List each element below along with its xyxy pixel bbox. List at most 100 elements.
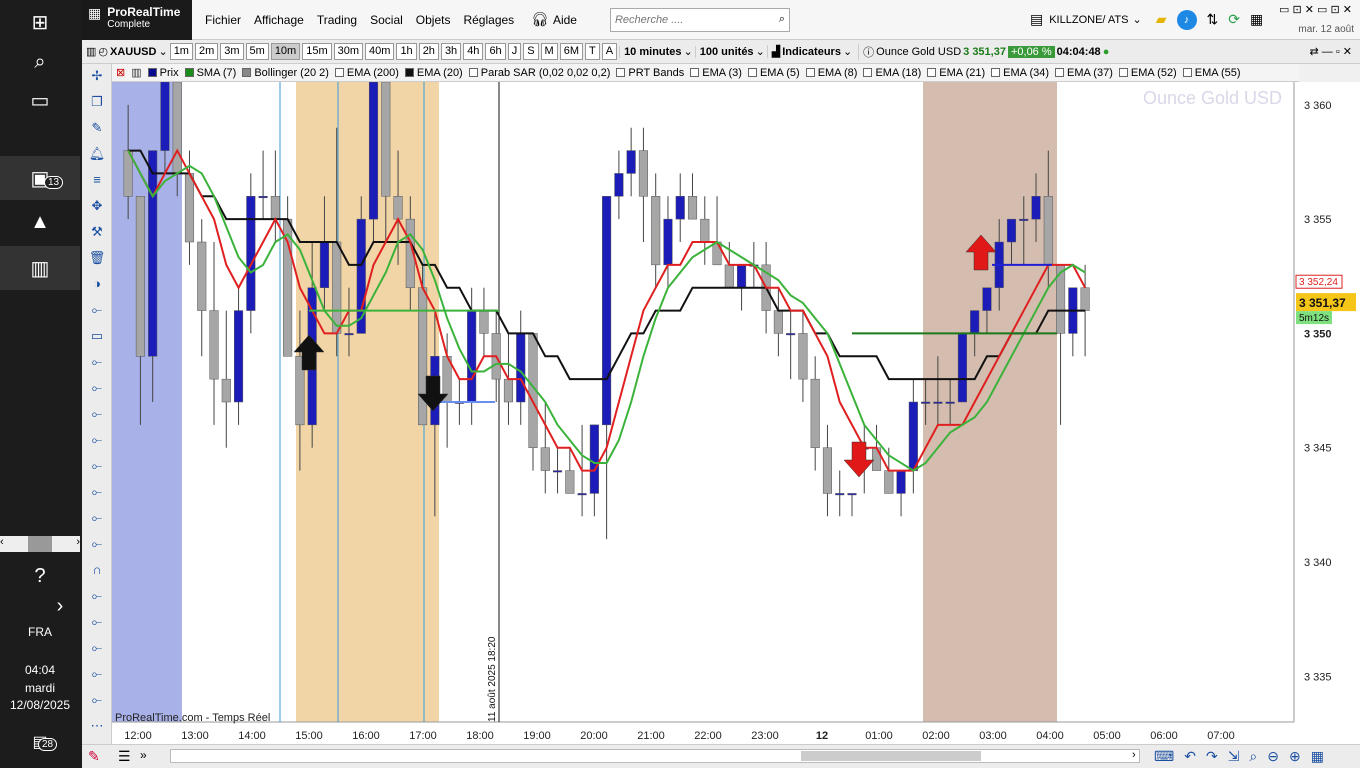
indicator-item[interactable]: Parab SAR (0,02 0,02 0,2) xyxy=(468,67,610,79)
pencil-icon[interactable]: ✎ xyxy=(86,120,108,136)
copy-icon[interactable]: ❐ xyxy=(86,94,108,110)
trading-icon[interactable]: ⇅ xyxy=(1207,11,1219,28)
chevron-right-icon[interactable]: › xyxy=(40,584,80,628)
zoom-fit-icon[interactable]: ⌕ xyxy=(1249,748,1257,765)
delete-icon[interactable]: ⊠ xyxy=(116,66,125,79)
menu-item[interactable]: Objets xyxy=(416,13,451,27)
headset-icon[interactable]: 🎧︎ xyxy=(531,11,549,28)
scroll-right-icon[interactable]: › xyxy=(1132,749,1136,761)
search-icon[interactable]: ⌕ xyxy=(779,13,785,26)
indicator-item[interactable]: SMA (7) xyxy=(184,67,236,79)
menu-icon[interactable]: ☰ xyxy=(118,748,131,765)
timeframe-button[interactable]: 5m xyxy=(245,43,269,60)
fibonacci-icon[interactable]: ≡ xyxy=(86,172,108,187)
chevron-down-icon[interactable]: ⌄ xyxy=(1133,13,1142,26)
grid-icon[interactable]: ▦ xyxy=(1311,748,1324,765)
search-input[interactable] xyxy=(614,13,779,26)
task-view-icon[interactable]: ▭ xyxy=(0,78,80,122)
bell-icon[interactable]: 🔔︎ xyxy=(86,146,108,162)
crosshair-icon[interactable]: ✢ xyxy=(86,68,108,84)
scan-dropdown[interactable]: KILLZONE/ ATS xyxy=(1049,14,1128,26)
search-box[interactable]: ⌕ xyxy=(609,7,790,32)
indicator-item[interactable]: PRT Bands xyxy=(616,67,684,79)
notification-icon[interactable]: ▤28 xyxy=(0,720,80,764)
timeframe-button[interactable]: 40m xyxy=(365,43,395,60)
indicator-item[interactable]: EMA (34) xyxy=(991,67,1049,79)
line-tool-icon[interactable]: ⟜ xyxy=(86,484,108,500)
undo-icon[interactable]: ↶ xyxy=(1184,748,1196,765)
indicator-item[interactable]: EMA (55) xyxy=(1182,67,1241,79)
workspace-icon[interactable]: ▦ xyxy=(1250,11,1263,28)
language-indicator[interactable]: FRA xyxy=(0,625,80,639)
scale-icon[interactable]: ⇲ xyxy=(1228,748,1240,765)
restore-icon[interactable]: ⊡ xyxy=(1331,4,1340,16)
settings-icon[interactable]: ▥ xyxy=(131,66,141,79)
symbol-selector[interactable]: XAUUSD xyxy=(110,46,156,58)
timeframe-button[interactable]: 1h xyxy=(396,43,417,60)
line-tool-icon[interactable]: ⟜ xyxy=(86,640,108,656)
timeframe-button[interactable]: 2m xyxy=(194,43,219,60)
chevron-down-icon[interactable]: ⌄ xyxy=(158,45,167,58)
zoom-out-icon[interactable]: ⊖ xyxy=(1267,748,1279,765)
indicator-item[interactable]: EMA (20) xyxy=(404,67,463,79)
taskbar-scrollbar[interactable]: ‹ › xyxy=(0,536,80,552)
horizontal-scrollbar[interactable] xyxy=(170,749,1140,763)
timeframe-button[interactable]: 6M xyxy=(559,43,583,60)
windows-start-icon[interactable]: ⊞ xyxy=(0,0,80,44)
minimize-icon[interactable]: ▭ xyxy=(1317,4,1327,16)
indicator-item[interactable]: EMA (5) xyxy=(747,67,800,79)
keyboard-icon[interactable]: ⌨ xyxy=(1154,748,1174,765)
menu-item[interactable]: Affichage xyxy=(254,13,304,27)
indicator-item[interactable]: Prix xyxy=(147,67,179,79)
mail-app-icon[interactable]: ▣ 13 xyxy=(0,156,80,200)
timeframe-button[interactable]: 6h xyxy=(485,43,506,60)
indicator-item[interactable]: EMA (3) xyxy=(690,67,742,79)
line-tool-icon[interactable]: ⟜ xyxy=(86,510,108,526)
alert-folder-icon[interactable]: ▰ xyxy=(1156,11,1167,28)
chart-type-icon[interactable]: ▥ xyxy=(86,45,96,58)
indicator-item[interactable]: EMA (21) xyxy=(927,67,985,79)
timeframe-button[interactable]: 30m xyxy=(333,43,364,60)
move-icon[interactable]: ✥ xyxy=(86,198,108,214)
line-tool-icon[interactable]: ⟜ xyxy=(86,614,108,630)
indicators-icon[interactable]: ▟ xyxy=(766,45,780,58)
chart-window-controls[interactable]: ⇄ — ▫ ✕ xyxy=(1309,45,1352,58)
clock-icon[interactable]: ◴ xyxy=(98,45,108,58)
chart-svg[interactable]: 3 360 3 355 3 350 3 345 3 340 3 335 12:00 13:00… xyxy=(112,36,1360,744)
timeframe-button[interactable]: S xyxy=(523,43,539,60)
color-palette-icon[interactable]: ◑ xyxy=(86,276,108,291)
indicator-item[interactable]: EMA (37) xyxy=(1055,67,1113,79)
menu-item[interactable]: Social xyxy=(370,13,403,27)
timeframe-button[interactable]: 4h xyxy=(463,43,484,60)
menu-item[interactable]: Trading xyxy=(317,13,357,27)
sync-icon[interactable]: ⟳ xyxy=(1228,11,1240,28)
minimize-icon[interactable]: ▭ xyxy=(1279,4,1289,16)
timeframe-button[interactable]: T xyxy=(584,43,600,60)
chevron-down-icon[interactable]: ⌄ xyxy=(843,45,852,58)
period-dropdown[interactable]: 10 minutes xyxy=(619,45,682,58)
indicators-button[interactable]: Indicateurs xyxy=(782,46,841,58)
line-tool-icon[interactable]: ⟜ xyxy=(86,380,108,396)
indicator-item[interactable]: EMA (52) xyxy=(1118,67,1177,79)
tools-icon[interactable]: ⚒ xyxy=(86,224,108,240)
indicator-item[interactable]: EMA (18) xyxy=(863,67,921,79)
expand-icon[interactable]: » xyxy=(140,748,147,762)
timeframe-button[interactable]: A xyxy=(601,43,618,60)
close-icon[interactable]: ✕ xyxy=(1343,4,1352,16)
timeframe-button[interactable]: 3h xyxy=(440,43,462,60)
timeframe-button[interactable]: 2h xyxy=(418,43,439,60)
ruler-icon[interactable]: ▭ xyxy=(86,328,108,344)
screener-icon[interactable]: ▤ xyxy=(1030,11,1043,28)
line-tool-icon[interactable]: ⟜ xyxy=(86,536,108,552)
menu-item[interactable]: Réglages xyxy=(463,13,514,27)
timeframe-button[interactable]: M xyxy=(540,43,558,60)
indicator-item[interactable]: EMA (8) xyxy=(805,67,857,79)
line-tool-icon[interactable]: ⟜ xyxy=(86,666,108,682)
trash-icon[interactable]: 🗑︎ xyxy=(86,250,108,266)
timeframe-button[interactable]: 10m xyxy=(270,43,301,60)
price-chart[interactable]: 3 360 3 355 3 350 3 345 3 340 3 335 12:00 13:00… xyxy=(112,36,1360,744)
timeframe-button[interactable]: 3m xyxy=(220,43,244,60)
line-tool-icon[interactable]: ⟜ xyxy=(86,354,108,370)
info-icon[interactable]: ⓘ xyxy=(858,43,874,60)
help-menu[interactable]: Aide xyxy=(553,13,577,27)
